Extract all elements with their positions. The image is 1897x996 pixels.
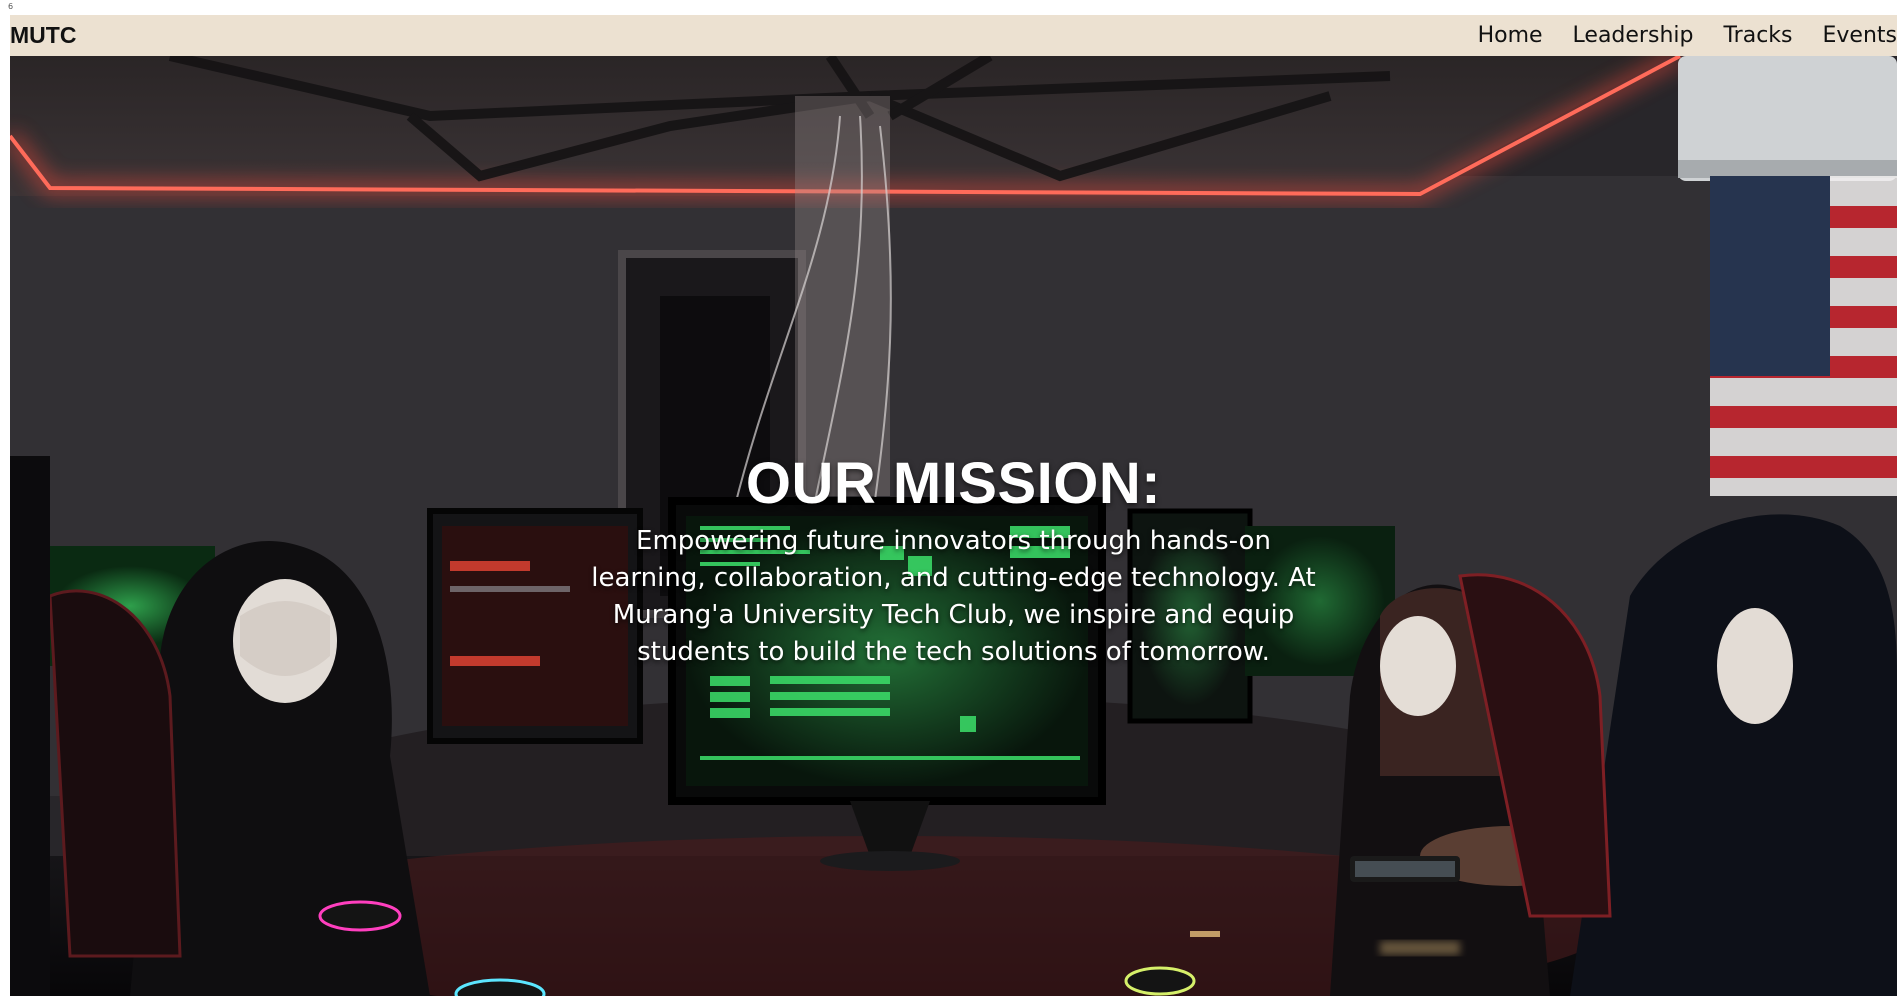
hero-section: OUR MISSION: Empowering future innovator…: [10, 56, 1897, 996]
mission-title: OUR MISSION:: [745, 451, 1162, 516]
mission-block: OUR MISSION: Empowering future innovator…: [10, 450, 1897, 671]
nav-link-tracks[interactable]: Tracks: [1723, 23, 1792, 48]
mission-text: Empowering future innovators through han…: [591, 526, 1316, 667]
corner-mark: 6: [8, 2, 14, 11]
nav-link-leadership[interactable]: Leadership: [1573, 23, 1694, 48]
navbar: MUTC Home Leadership Tracks Events: [10, 15, 1897, 56]
nav-links: Home Leadership Tracks Events: [1448, 15, 1897, 56]
brand-logo[interactable]: MUTC: [10, 22, 76, 49]
nav-link-home[interactable]: Home: [1478, 23, 1543, 48]
nav-link-events[interactable]: Events: [1823, 23, 1897, 48]
